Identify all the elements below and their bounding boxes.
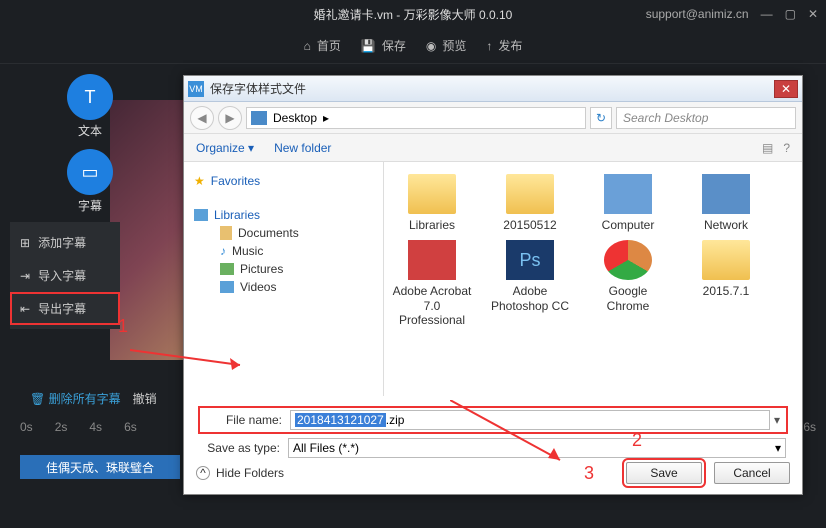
libraries-icon: [194, 209, 208, 221]
cancel-button[interactable]: Cancel: [714, 462, 790, 484]
publish-icon: ↑: [486, 39, 492, 53]
path-breadcrumb[interactable]: Desktop ▸: [246, 107, 586, 129]
publish-menu[interactable]: ↑发布: [486, 37, 522, 54]
save-button[interactable]: Save: [626, 462, 702, 484]
text-tool-button[interactable]: T: [67, 74, 113, 120]
file-item[interactable]: 20150512: [490, 174, 570, 232]
timeline-end: 6s: [803, 420, 816, 434]
savetype-select[interactable]: All Files (*.*)▾: [288, 438, 786, 458]
computer-icon: [604, 174, 652, 214]
pictures-icon: [220, 263, 234, 275]
save-icon: 💾: [361, 39, 376, 53]
chrome-icon: [604, 240, 652, 280]
desktop-icon: [251, 111, 267, 125]
hide-folders-toggle[interactable]: ^Hide Folders: [196, 466, 284, 480]
save-menu[interactable]: 💾保存: [361, 37, 406, 54]
view-mode-button[interactable]: ▤: [762, 141, 773, 155]
annotation-1: 1: [118, 316, 128, 337]
refresh-button[interactable]: ↻: [590, 107, 612, 129]
window-title: 婚礼邀请卡.vm - 万彩影像大师 0.0.10: [314, 6, 513, 23]
preview-menu[interactable]: ◉预览: [426, 37, 467, 54]
music-icon: ♪: [220, 244, 226, 258]
import-icon: ⇥: [20, 269, 30, 283]
maximize-button[interactable]: ▢: [785, 7, 796, 21]
file-grid: Libraries 20150512 Computer Network Adob…: [384, 162, 802, 396]
file-item[interactable]: Google Chrome: [588, 240, 668, 327]
plus-icon: ⊞: [20, 236, 30, 250]
folder-icon: [506, 174, 554, 214]
support-email: support@animiz.cn: [646, 7, 749, 21]
videos-icon: [220, 281, 234, 293]
file-item[interactable]: Libraries: [392, 174, 472, 232]
nav-forward-button[interactable]: ▶: [218, 106, 242, 130]
export-icon: ⇤: [20, 302, 30, 316]
filename-input[interactable]: 2018413121027.zip: [290, 410, 770, 430]
add-subtitle-item[interactable]: ⊞添加字幕: [10, 226, 120, 259]
filename-row: File name: 2018413121027.zip ▾: [200, 408, 786, 432]
folder-icon: [702, 240, 750, 280]
dialog-app-icon: VM: [188, 81, 204, 97]
subtitle-clip[interactable]: 佳偶天成、珠联璧合: [20, 455, 180, 479]
new-folder-button[interactable]: New folder: [274, 141, 331, 155]
export-subtitle-item[interactable]: ⇤导出字幕: [10, 292, 120, 325]
pictures-folder[interactable]: Pictures: [220, 262, 373, 276]
file-item[interactable]: Network: [686, 174, 766, 232]
search-input[interactable]: Search Desktop: [616, 107, 796, 129]
chevron-up-icon: ^: [196, 466, 210, 480]
libraries-large-icon: [408, 174, 456, 214]
delete-all-subtitles[interactable]: 🗑 删除所有字幕: [30, 390, 121, 407]
home-menu[interactable]: ⌂首页: [304, 37, 341, 54]
file-item[interactable]: PsAdobe Photoshop CC: [490, 240, 570, 327]
dialog-title: 保存字体样式文件: [210, 80, 774, 97]
text-tool-label: 文本: [0, 122, 180, 139]
folder-tree: ★Favorites Libraries Documents ♪Music Pi…: [184, 162, 384, 396]
help-button[interactable]: ?: [783, 141, 790, 155]
close-button[interactable]: ✕: [808, 7, 818, 21]
filename-label: File name:: [202, 413, 282, 427]
star-icon: ★: [194, 174, 205, 188]
file-item[interactable]: Adobe Acrobat 7.0 Professional: [392, 240, 472, 327]
minimize-button[interactable]: —: [761, 7, 773, 21]
annotation-2: 2: [632, 430, 642, 451]
chevron-down-icon: ▾: [775, 441, 781, 455]
network-icon: [702, 174, 750, 214]
subtitle-tool-label: 字幕: [0, 197, 180, 214]
subtitle-tool-button[interactable]: ▭: [67, 149, 113, 195]
home-icon: ⌂: [304, 39, 311, 53]
timeline-ruler: 0s 2s 4s 6s: [20, 420, 137, 434]
save-dialog: VM 保存字体样式文件 ✕ ◀ ▶ Desktop ▸ ↻ Search Des…: [183, 75, 803, 495]
preview-icon: ◉: [426, 39, 436, 53]
file-item[interactable]: Computer: [588, 174, 668, 232]
favorites-section[interactable]: ★Favorites: [194, 174, 373, 188]
savetype-label: Save as type:: [200, 441, 280, 455]
dropdown-icon[interactable]: ▾: [770, 413, 784, 427]
libraries-section[interactable]: Libraries: [194, 208, 373, 222]
acrobat-icon: [408, 240, 456, 280]
nav-back-button[interactable]: ◀: [190, 106, 214, 130]
videos-folder[interactable]: Videos: [220, 280, 373, 294]
undo-button[interactable]: 撤销: [133, 390, 157, 407]
dialog-close-button[interactable]: ✕: [774, 80, 798, 98]
documents-folder[interactable]: Documents: [220, 226, 373, 240]
import-subtitle-item[interactable]: ⇥导入字幕: [10, 259, 120, 292]
file-item[interactable]: 2015.7.1: [686, 240, 766, 327]
photoshop-icon: Ps: [506, 240, 554, 280]
organize-button[interactable]: Organize ▾: [196, 141, 254, 155]
music-folder[interactable]: ♪Music: [220, 244, 373, 258]
annotation-3: 3: [584, 463, 594, 484]
documents-icon: [220, 226, 232, 240]
